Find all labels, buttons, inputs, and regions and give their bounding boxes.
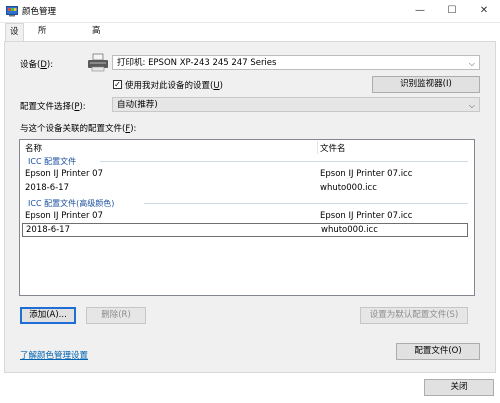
chevron-down-icon: ⌵: [468, 101, 475, 110]
tab-advanced[interactable]: 高级: [88, 23, 105, 53]
device-select[interactable]: 打印机: EPSON XP-243 245 247 Series ⌵: [112, 55, 480, 70]
profile-name: Epson IJ Printer 07: [25, 169, 103, 179]
device-label: 设备(D):: [20, 60, 54, 70]
profile-filename: Epson IJ Printer 07.icc: [320, 211, 413, 221]
profile-name: 2018-6-17: [26, 225, 70, 235]
maximize-icon: ☐: [447, 5, 457, 16]
printer-icon: [88, 53, 108, 72]
minimize-icon: —: [415, 5, 425, 16]
learn-color-settings-link[interactable]: 了解颜色管理设置: [20, 349, 88, 361]
maximize-button[interactable]: ☐: [436, 0, 468, 22]
profile-selection-select[interactable]: 自动(推荐) ⌵: [112, 97, 480, 112]
profiles-button[interactable]: 配置文件(O): [396, 343, 480, 360]
profile-name: 2018-6-17: [25, 183, 69, 193]
close-window-button[interactable]: ✕: [468, 0, 500, 22]
color-management-icon: [6, 6, 18, 17]
column-header-name[interactable]: 名称: [25, 142, 42, 154]
tab-device[interactable]: 设备: [5, 23, 24, 54]
tab-all-profiles[interactable]: 所有配置文件: [34, 23, 51, 121]
table-row[interactable]: Epson IJ Printer 07 Epson IJ Printer 07.…: [20, 168, 474, 182]
remove-profile-button[interactable]: 删除(R): [86, 307, 146, 324]
profile-selection-value: 自动(推荐): [117, 100, 158, 110]
title-bar: 颜色管理 — ☐ ✕: [0, 0, 500, 23]
associated-profiles-label: 与这个设备关联的配置文件(F):: [20, 124, 137, 134]
profile-filename: whuto000.icc: [321, 225, 378, 235]
set-default-profile-button[interactable]: 设置为默认配置文件(S): [360, 307, 468, 324]
device-select-value: 打印机: EPSON XP-243 245 247 Series: [117, 58, 277, 68]
use-my-settings-checkbox[interactable]: ✓: [113, 80, 122, 89]
group-label: ICC 配置文件: [28, 157, 77, 166]
table-row[interactable]: 2018-6-17 whuto000.icc: [20, 182, 474, 196]
profile-name: Epson IJ Printer 07: [25, 211, 103, 221]
column-header-filename[interactable]: 文件名: [320, 142, 346, 154]
table-row-selected[interactable]: 2018-6-17 whuto000.icc: [22, 223, 468, 237]
use-my-settings-label[interactable]: 使用我对此设备的设置(U): [125, 79, 223, 91]
group-label: ICC 配置文件(高级颜色): [28, 199, 115, 208]
group-divider: [144, 203, 468, 204]
profile-selection-label: 配置文件选择(P):: [20, 102, 86, 112]
profile-filename: whuto000.icc: [320, 183, 377, 193]
group-divider: [100, 161, 468, 162]
table-row[interactable]: Epson IJ Printer 07 Epson IJ Printer 07.…: [20, 210, 474, 224]
close-button[interactable]: 关闭: [424, 379, 494, 396]
column-divider: [317, 141, 318, 154]
window-title: 颜色管理: [22, 7, 57, 17]
close-icon: ✕: [479, 5, 489, 16]
profile-filename: Epson IJ Printer 07.icc: [320, 169, 413, 179]
associated-profiles-list[interactable]: 名称 文件名 ICC 配置文件 Epson IJ Printer 07 Epso…: [19, 139, 475, 296]
minimize-button[interactable]: —: [404, 0, 436, 22]
identify-monitors-button[interactable]: 识别监视器(I): [372, 76, 480, 93]
chevron-down-icon: ⌵: [468, 59, 475, 68]
add-profile-button[interactable]: 添加(A)...: [20, 307, 76, 324]
list-header: 名称 文件名: [20, 141, 474, 155]
checkmark-icon: ✓: [114, 80, 121, 89]
